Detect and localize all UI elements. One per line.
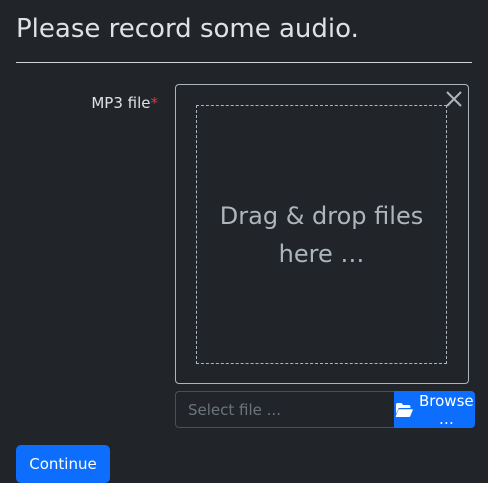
- file-dropzone[interactable]: Drag & drop files here …: [175, 84, 469, 384]
- mp3-file-label-text: MP3 file: [91, 94, 151, 112]
- drop-area[interactable]: Drag & drop files here …: [196, 105, 447, 364]
- folder-open-icon: [395, 402, 413, 418]
- title-divider: [16, 62, 472, 63]
- drop-instructions: Drag & drop files here …: [219, 201, 424, 268]
- file-input-group: Browse …: [175, 391, 475, 428]
- browse-button-label: Browse …: [419, 391, 474, 428]
- page-title: Please record some audio.: [16, 14, 359, 44]
- page: Please record some audio. MP3 file* Drag…: [0, 0, 488, 483]
- browse-button[interactable]: Browse …: [394, 391, 475, 428]
- required-marker: *: [150, 94, 159, 112]
- mp3-file-label: MP3 file*: [91, 93, 158, 113]
- file-name-input[interactable]: [175, 391, 394, 428]
- continue-button[interactable]: Continue: [16, 445, 110, 483]
